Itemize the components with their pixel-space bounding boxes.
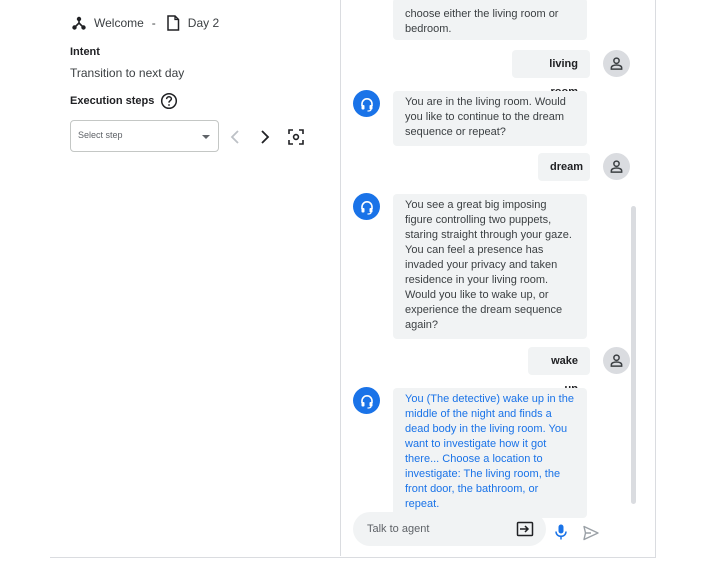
send-icon[interactable]	[582, 524, 600, 542]
step-select-placeholder: Select step	[78, 130, 123, 140]
step-select[interactable]: Select step	[70, 120, 219, 152]
breadcrumb-page[interactable]: Day 2	[188, 16, 219, 30]
panel-right-edge	[655, 0, 656, 558]
user-message: living room	[512, 50, 590, 98]
execution-steps-label: Execution steps	[70, 95, 155, 107]
headset-icon	[353, 193, 380, 220]
chat-composer	[353, 512, 546, 546]
agent-message: You (The detective) wake up in the middl…	[393, 388, 587, 518]
intent-label: Intent	[70, 46, 100, 58]
panel-bottom-edge	[50, 557, 656, 558]
chevron-right-icon[interactable]	[256, 128, 274, 146]
enter-icon[interactable]	[516, 520, 534, 538]
person-icon	[603, 50, 630, 77]
left-panel: Welcome - Day 2 Intent Transition to nex…	[0, 0, 340, 561]
page-icon	[164, 14, 182, 32]
person-icon	[603, 347, 630, 374]
chevron-left-icon[interactable]	[226, 128, 244, 146]
intent-value: Transition to next day	[70, 66, 185, 80]
agent-message: choose either the living room or bedroom…	[393, 0, 587, 40]
flow-icon	[70, 14, 88, 32]
microphone-icon[interactable]	[553, 523, 569, 541]
agent-message: You are in the living room. Would you li…	[393, 91, 587, 146]
breadcrumb-separator: -	[151, 16, 156, 30]
panel-divider	[340, 0, 341, 556]
breadcrumb-flow[interactable]: Welcome	[94, 16, 144, 30]
headset-icon	[353, 90, 380, 117]
user-message: wake up	[528, 347, 590, 395]
breadcrumb: Welcome - Day 2	[70, 12, 219, 34]
person-icon	[603, 153, 630, 180]
focus-icon[interactable]	[287, 128, 305, 146]
headset-icon	[353, 387, 380, 414]
chevron-down-icon	[202, 135, 210, 139]
talk-to-agent-input[interactable]	[367, 521, 507, 537]
chat-scrollbar[interactable]	[631, 206, 636, 504]
user-message: dream	[538, 153, 590, 181]
help-icon[interactable]	[160, 92, 178, 110]
agent-message: You see a great big imposing figure cont…	[393, 194, 587, 339]
